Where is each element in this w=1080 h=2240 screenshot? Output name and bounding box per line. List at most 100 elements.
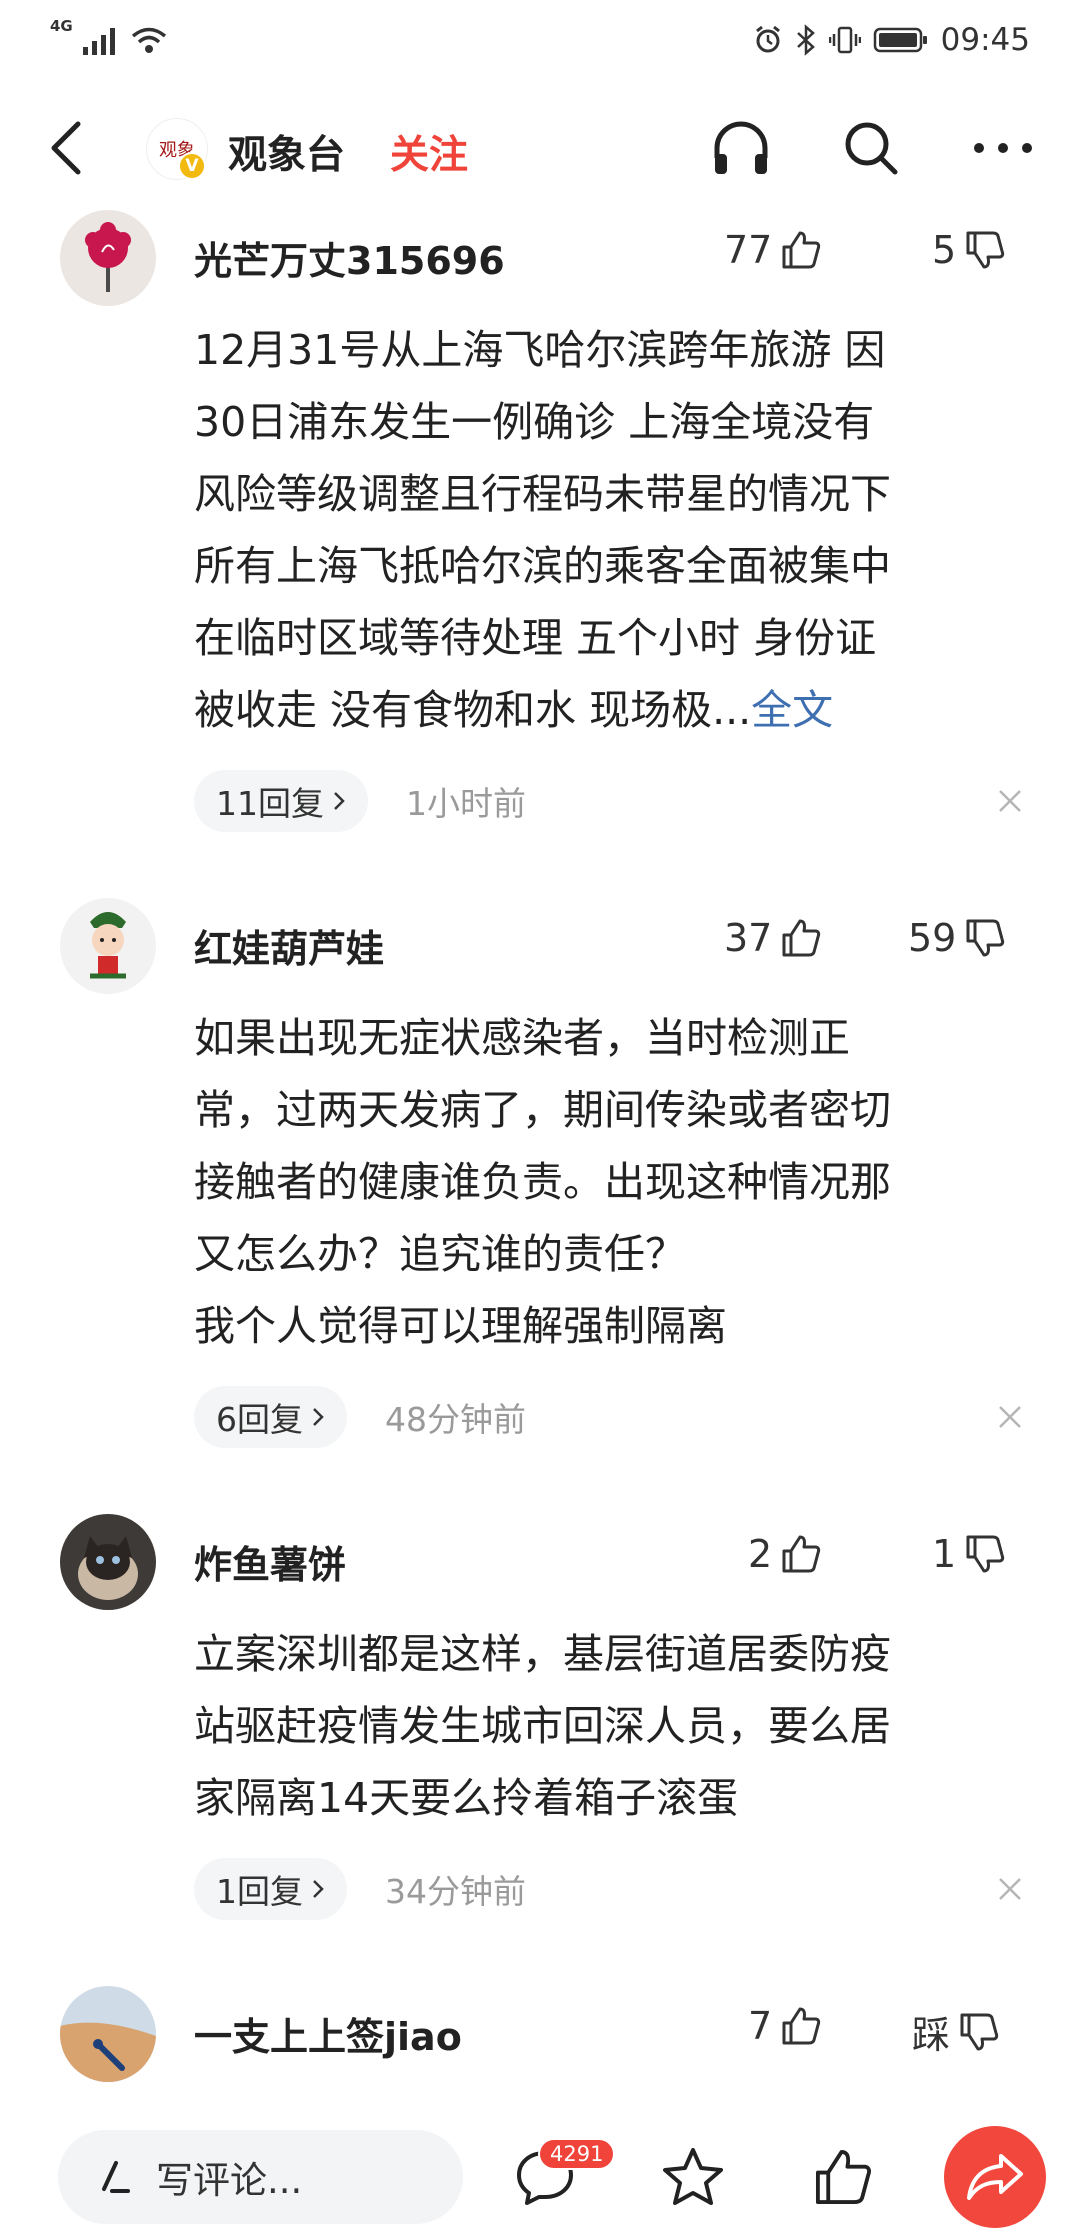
commenter-name[interactable]: 炸鱼薯饼 xyxy=(194,1534,346,1589)
thumbs-up-icon xyxy=(782,231,821,269)
thumbs-up-icon xyxy=(815,2149,871,2205)
like-button[interactable]: 77 xyxy=(724,228,822,272)
close-icon xyxy=(999,1406,1021,1428)
signal-icon xyxy=(82,28,115,55)
comment-line: 常，过两天发病了，期间传染或者密切 xyxy=(194,1086,891,1134)
comment-count-badge: 4291 xyxy=(538,2138,616,2170)
status-bar: 4G 09:45 xyxy=(0,0,1080,80)
favorite-button[interactable] xyxy=(656,2140,730,2214)
verified-badge: V xyxy=(178,152,206,180)
dismiss-button[interactable] xyxy=(990,781,1030,821)
comment-line: 12月31号从上海飞哈尔滨跨年旅游 因 xyxy=(194,326,886,374)
status-right: 09:45 xyxy=(753,22,1030,58)
thumbs-up-icon xyxy=(782,919,821,957)
reply-row: 6回复 48分钟前 xyxy=(194,1386,526,1448)
commenter-name[interactable]: 一支上上签jiao xyxy=(194,2006,462,2061)
reply-count: 11回复 xyxy=(216,784,324,823)
chevron-right-icon xyxy=(313,1408,324,1426)
comment-time: 48分钟前 xyxy=(385,1400,526,1439)
reply-count: 6回复 xyxy=(216,1400,303,1439)
bottom-action-bar: 写评论... 4291 xyxy=(0,2118,1080,2240)
write-comment-input[interactable]: 写评论... xyxy=(58,2130,463,2224)
like-article-button[interactable] xyxy=(806,2140,880,2214)
dislike-button[interactable]: 1 xyxy=(932,1532,1006,1576)
comment-line: 30日浦东发生一例确诊 上海全境没有 xyxy=(194,398,875,446)
alarm-icon xyxy=(755,25,780,53)
like-button[interactable]: 2 xyxy=(748,1532,822,1576)
battery-icon xyxy=(873,27,927,53)
back-button[interactable] xyxy=(36,116,96,180)
thumbs-down-icon xyxy=(966,1535,1005,1573)
beach-avatar-icon xyxy=(60,1986,156,2082)
thumbs-up-icon xyxy=(782,1535,821,1573)
share-button[interactable] xyxy=(944,2126,1046,2228)
replies-button[interactable]: 11回复 xyxy=(194,770,368,832)
comment-line: 在临时区域等待处理 五个小时 身份证 xyxy=(194,614,877,662)
write-comment-placeholder: 写评论... xyxy=(156,2159,303,2202)
like-count: 7 xyxy=(748,2004,773,2048)
dislike-button[interactable]: 踩 xyxy=(912,2004,1000,2059)
comment-line: 所有上海飞抵哈尔滨的乘客全面被集中 xyxy=(194,542,891,590)
commenter-avatar[interactable] xyxy=(60,210,156,306)
comment-line: 我个人觉得可以理解强制隔离 xyxy=(194,1302,727,1350)
commenter-avatar[interactable] xyxy=(60,1986,156,2082)
network-type: 4G xyxy=(50,17,73,35)
page-header: 观象 V 观象台 关注 xyxy=(0,96,1080,200)
clock: 09:45 xyxy=(940,22,1030,58)
comment-line: 站驱赶疫情发生城市回深人员，要么居 xyxy=(194,1702,891,1750)
comment-text: 12月31号从上海飞哈尔滨跨年旅游 因 30日浦东发生一例确诊 上海全境没有 风… xyxy=(194,314,1024,746)
more-button[interactable] xyxy=(968,116,1038,180)
chevron-right-icon xyxy=(334,792,345,810)
full-text-link[interactable]: 全文 xyxy=(751,686,833,734)
replies-button[interactable]: 1回复 xyxy=(194,1858,347,1920)
back-arrow-icon xyxy=(51,121,81,175)
status-left: 4G xyxy=(50,17,169,55)
dismiss-button[interactable] xyxy=(990,1397,1030,1437)
dislike-count: 5 xyxy=(932,228,957,272)
star-icon xyxy=(663,2148,723,2205)
cat-avatar-icon xyxy=(60,1514,156,1610)
close-icon xyxy=(999,1878,1021,1900)
wifi-icon xyxy=(131,27,166,53)
listen-button[interactable] xyxy=(706,116,776,180)
commenter-avatar[interactable] xyxy=(60,1514,156,1610)
comment-text: 立案深圳都是这样，基层街道居委防疫 站驱赶疫情发生城市回深人员，要么居 家隔离1… xyxy=(194,1618,1024,1834)
comment-line: 又怎么办？追究谁的责任？ xyxy=(194,1230,686,1278)
search-button[interactable] xyxy=(836,116,906,180)
thumbs-down-icon xyxy=(960,2013,999,2050)
dislike-button[interactable]: 59 xyxy=(908,916,1006,960)
like-count: 2 xyxy=(748,1532,773,1576)
headphones-icon xyxy=(714,121,768,174)
reply-row: 11回复 1小时前 xyxy=(194,770,526,832)
pen-icon xyxy=(102,2161,130,2193)
comment-time: 34分钟前 xyxy=(385,1872,526,1911)
thumbs-up-icon xyxy=(782,2007,821,2045)
commenter-name[interactable]: 红娃葫芦娃 xyxy=(194,918,384,973)
dislike-count: 1 xyxy=(932,1532,957,1576)
dismiss-button[interactable] xyxy=(990,1869,1030,1909)
commenter-avatar[interactable] xyxy=(60,898,156,994)
more-dots-icon xyxy=(974,143,1032,153)
comment-line: 家隔离14天要么拎着箱子滚蛋 xyxy=(194,1774,739,1822)
comment-line: 被收走 没有食物和水 现场极...全文 xyxy=(194,674,1024,746)
reply-count: 1回复 xyxy=(216,1872,303,1911)
chevron-right-icon xyxy=(313,1880,324,1898)
vibrate-icon xyxy=(828,26,861,54)
commenter-name[interactable]: 光芒万丈315696 xyxy=(194,230,505,285)
comment-text: 如果出现无症状感染者，当时检测正 常，过两天发病了，期间传染或者密切 接触者的健… xyxy=(194,1002,1024,1362)
dislike-count: 59 xyxy=(908,916,957,960)
replies-button[interactable]: 6回复 xyxy=(194,1386,347,1448)
cartoon-avatar-icon xyxy=(60,898,156,994)
channel-name[interactable]: 观象台 xyxy=(228,124,345,180)
like-count: 77 xyxy=(724,228,773,272)
dislike-button[interactable]: 5 xyxy=(932,228,1006,272)
reply-row: 1回复 34分钟前 xyxy=(194,1858,526,1920)
like-button[interactable]: 37 xyxy=(724,916,822,960)
like-count: 37 xyxy=(724,916,773,960)
thumbs-down-icon xyxy=(966,919,1005,957)
truncated-text: 被收走 没有食物和水 现场极... xyxy=(194,686,752,734)
comment-line: 立案深圳都是这样，基层街道居委防疫 xyxy=(194,1630,891,1678)
share-arrow-icon xyxy=(967,2154,1023,2200)
follow-button[interactable]: 关注 xyxy=(390,124,468,180)
like-button[interactable]: 7 xyxy=(748,2004,822,2048)
